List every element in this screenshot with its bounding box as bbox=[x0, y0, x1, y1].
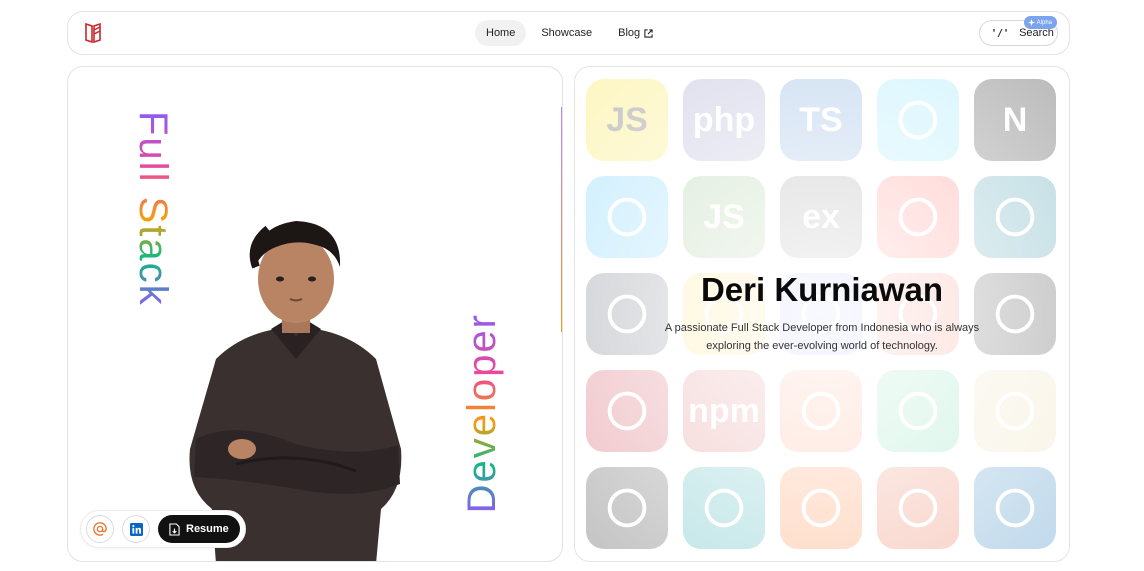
fade-overlay bbox=[575, 67, 1069, 561]
linkedin-button[interactable] bbox=[122, 515, 150, 543]
alpha-badge: Alpha bbox=[1023, 16, 1057, 29]
at-icon bbox=[93, 522, 107, 536]
linkedin-icon bbox=[129, 522, 143, 536]
navbar: Home Showcase Blog '/' Search Alpha bbox=[67, 11, 1070, 55]
hero-description: A passionate Full Stack Developer from I… bbox=[664, 322, 980, 352]
action-bar: Resume bbox=[80, 510, 246, 548]
intro-card: JSphpTSNJSexnpm Deri Kurniawan A passion… bbox=[574, 66, 1070, 562]
profile-card: Full Stack Developer Resume bbox=[67, 66, 563, 562]
accent-line bbox=[561, 107, 562, 332]
title-full-stack: Full Stack bbox=[131, 111, 175, 307]
external-link-icon bbox=[644, 28, 653, 38]
nav-link-blog[interactable]: Blog bbox=[607, 20, 664, 46]
sparkle-icon bbox=[1027, 19, 1035, 26]
nav-link-showcase[interactable]: Showcase bbox=[530, 20, 603, 46]
email-button[interactable] bbox=[86, 515, 114, 543]
nav-link-home[interactable]: Home bbox=[475, 20, 527, 46]
logo-icon[interactable] bbox=[83, 22, 103, 44]
title-developer: Developer bbox=[460, 313, 504, 514]
nav-links: Home Showcase Blog bbox=[475, 20, 664, 46]
search-button[interactable]: '/' Search Alpha bbox=[979, 16, 1058, 46]
hero-name: Deri Kurniawan bbox=[700, 271, 944, 308]
search-shortcut: '/' bbox=[991, 27, 1010, 39]
resume-button[interactable]: Resume bbox=[158, 515, 240, 543]
document-download-icon bbox=[169, 522, 180, 536]
